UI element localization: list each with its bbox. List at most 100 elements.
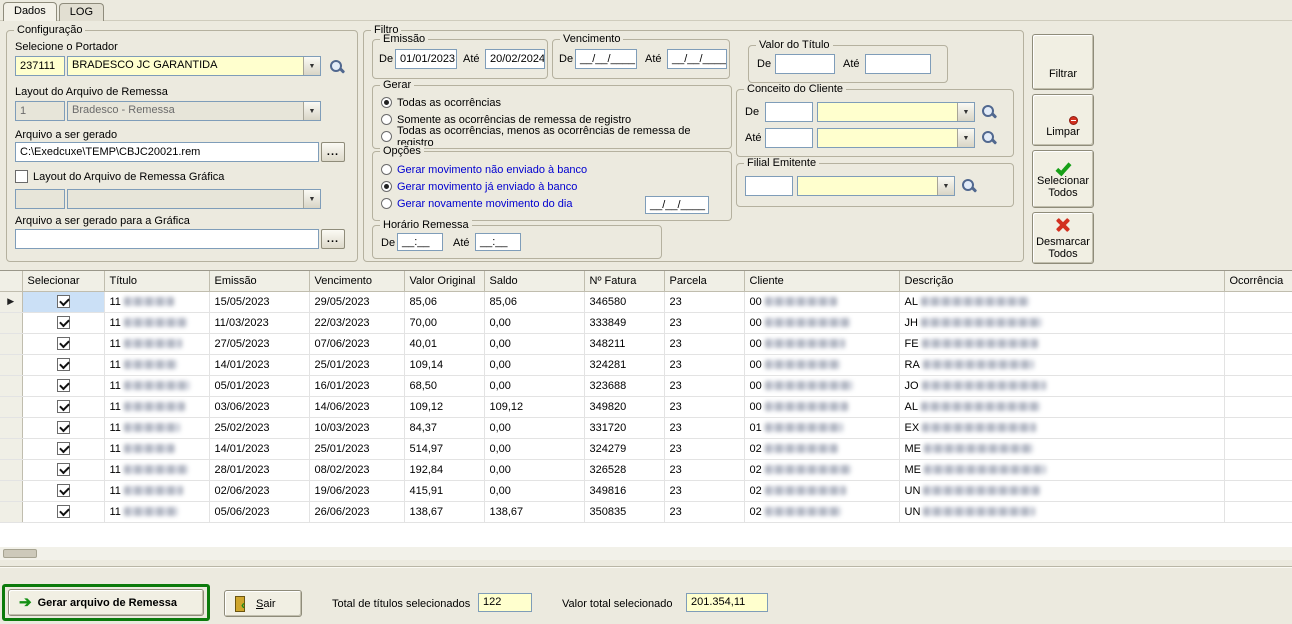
tab-dados[interactable]: Dados xyxy=(3,2,57,21)
conceito-ate-code-input[interactable] xyxy=(765,128,813,148)
filial-combo[interactable]: ▼ xyxy=(797,176,955,196)
table-row[interactable]: 1105/01/202316/01/202368,500,00323688230… xyxy=(0,375,1292,396)
opcoes-dia-input[interactable]: __/__/____ xyxy=(645,196,709,214)
column-header[interactable]: Título xyxy=(104,271,209,291)
redacted-text xyxy=(124,381,190,390)
table-row[interactable]: 1125/02/202310/03/202384,370,00331720230… xyxy=(0,417,1292,438)
horario-ate-input[interactable]: __:__ xyxy=(475,233,521,251)
radio-option[interactable]: Gerar movimento já enviado à banco xyxy=(381,178,727,195)
scrollbar-thumb[interactable] xyxy=(3,549,37,558)
vencimento-ate-input[interactable]: __/__/____ xyxy=(667,49,727,69)
column-header[interactable]: Parcela xyxy=(664,271,744,291)
grafica-checkbox[interactable] xyxy=(15,170,28,183)
table-row[interactable]: 1103/06/202314/06/2023109,12109,12349820… xyxy=(0,396,1292,417)
select-cell[interactable] xyxy=(22,459,104,480)
select-cell[interactable] xyxy=(22,501,104,522)
desmarcar-todos-button[interactable]: Desmarcar Todos xyxy=(1032,212,1094,264)
column-header[interactable]: Valor Original xyxy=(404,271,484,291)
select-cell[interactable] xyxy=(22,480,104,501)
conceito-de-combo[interactable]: ▼ xyxy=(817,102,975,122)
limpar-button[interactable]: Limpar xyxy=(1032,94,1094,146)
titles-grid[interactable]: SelecionarTítuloEmissãoVencimentoValor O… xyxy=(0,270,1292,547)
conceito-ate-combo[interactable]: ▼ xyxy=(817,128,975,148)
grafica-checkbox-row[interactable]: Layout do Arquivo de Remessa Gráfica xyxy=(15,170,224,183)
vencimento-de-input[interactable]: __/__/____ xyxy=(575,49,637,69)
table-cell: 23 xyxy=(664,396,744,417)
radio-icon[interactable] xyxy=(381,97,392,108)
column-header[interactable]: Vencimento xyxy=(309,271,404,291)
portador-code-input[interactable]: 237111 xyxy=(15,56,65,76)
row-checkbox[interactable] xyxy=(57,358,70,371)
select-cell[interactable] xyxy=(22,375,104,396)
row-checkbox[interactable] xyxy=(57,400,70,413)
table-row[interactable]: 1105/06/202326/06/2023138,67138,67350835… xyxy=(0,501,1292,522)
row-checkbox[interactable] xyxy=(57,337,70,350)
filtrar-button[interactable]: Filtrar xyxy=(1032,34,1094,90)
column-header[interactable]: Selecionar xyxy=(22,271,104,291)
select-cell[interactable] xyxy=(22,354,104,375)
radio-option[interactable]: Gerar movimento não enviado à banco xyxy=(381,161,727,178)
row-checkbox[interactable] xyxy=(57,484,70,497)
table-cell: 00 xyxy=(744,312,899,333)
table-row[interactable]: 1102/06/202319/06/2023415,910,0034981623… xyxy=(0,480,1292,501)
column-header[interactable]: Saldo xyxy=(484,271,584,291)
emissao-ate-input[interactable]: 20/02/2024 xyxy=(485,49,545,69)
row-checkbox[interactable] xyxy=(57,421,70,434)
arquivo-grafica-input[interactable] xyxy=(15,229,319,249)
radio-option[interactable]: Todas as ocorrências, menos as ocorrênci… xyxy=(381,128,727,145)
radio-icon[interactable] xyxy=(381,131,392,142)
emissao-de-input[interactable]: 01/01/2023 xyxy=(395,49,457,69)
radio-option[interactable]: Todas as ocorrências xyxy=(381,94,727,111)
arquivo-browse-button[interactable]: ... xyxy=(321,142,345,162)
table-row[interactable]: 1114/01/202325/01/2023514,970,0032427923… xyxy=(0,438,1292,459)
row-checkbox[interactable] xyxy=(57,379,70,392)
column-header[interactable]: Ocorrência xyxy=(1224,271,1292,291)
radio-icon[interactable] xyxy=(381,164,392,175)
chevron-down-icon[interactable]: ▼ xyxy=(303,57,320,75)
valor-ate-input[interactable] xyxy=(865,54,931,74)
filial-search-icon[interactable] xyxy=(961,178,977,194)
column-header[interactable]: Descrição xyxy=(899,271,1224,291)
radio-icon[interactable] xyxy=(381,114,392,125)
portador-search-icon[interactable] xyxy=(329,59,345,75)
conceito-ate-search-icon[interactable] xyxy=(981,130,997,146)
select-cell[interactable] xyxy=(22,417,104,438)
column-header[interactable]: Emissão xyxy=(209,271,309,291)
row-checkbox[interactable] xyxy=(57,316,70,329)
column-header[interactable]: Cliente xyxy=(744,271,899,291)
valor-de-input[interactable] xyxy=(775,54,835,74)
select-cell[interactable] xyxy=(22,438,104,459)
chevron-down-icon[interactable]: ▼ xyxy=(957,129,974,147)
conceito-de-code-input[interactable] xyxy=(765,102,813,122)
tab-log[interactable]: LOG xyxy=(59,3,104,21)
horizontal-scrollbar[interactable] xyxy=(0,547,1292,560)
table-cell: 11 xyxy=(104,438,209,459)
horario-de-input[interactable]: __:__ xyxy=(397,233,443,251)
row-checkbox[interactable] xyxy=(57,463,70,476)
filial-code-input[interactable] xyxy=(745,176,793,196)
table-row[interactable]: 1114/01/202325/01/2023109,140,0032428123… xyxy=(0,354,1292,375)
radio-icon[interactable] xyxy=(381,181,392,192)
chevron-down-icon[interactable]: ▼ xyxy=(937,177,954,195)
chevron-down-icon[interactable]: ▼ xyxy=(957,103,974,121)
portador-combo[interactable]: BRADESCO JC GARANTIDA ▼ xyxy=(67,56,321,76)
select-cell[interactable] xyxy=(22,291,104,312)
gerar-remessa-button[interactable]: ➔ Gerar arquivo de Remessa xyxy=(8,589,204,616)
row-checkbox[interactable] xyxy=(57,505,70,518)
row-checkbox[interactable] xyxy=(57,442,70,455)
select-cell[interactable] xyxy=(22,396,104,417)
table-row[interactable]: 1128/01/202308/02/2023192,840,0032652823… xyxy=(0,459,1292,480)
table-row[interactable]: ▶1115/05/202329/05/202385,0685,063465802… xyxy=(0,291,1292,312)
select-cell[interactable] xyxy=(22,333,104,354)
select-cell[interactable] xyxy=(22,312,104,333)
conceito-de-search-icon[interactable] xyxy=(981,104,997,120)
table-row[interactable]: 1127/05/202307/06/202340,010,00348211230… xyxy=(0,333,1292,354)
column-header[interactable]: Nº Fatura xyxy=(584,271,664,291)
row-checkbox[interactable] xyxy=(57,295,70,308)
arquivo-grafica-browse-button[interactable]: ... xyxy=(321,229,345,249)
arquivo-input[interactable]: C:\Exedcuxe\TEMP\CBJC20021.rem xyxy=(15,142,319,162)
selecionar-todos-button[interactable]: Selecionar Todos xyxy=(1032,150,1094,208)
sair-button[interactable]: ‹ Sair xyxy=(224,590,302,617)
table-row[interactable]: 1111/03/202322/03/202370,000,00333849230… xyxy=(0,312,1292,333)
radio-icon[interactable] xyxy=(381,198,392,209)
